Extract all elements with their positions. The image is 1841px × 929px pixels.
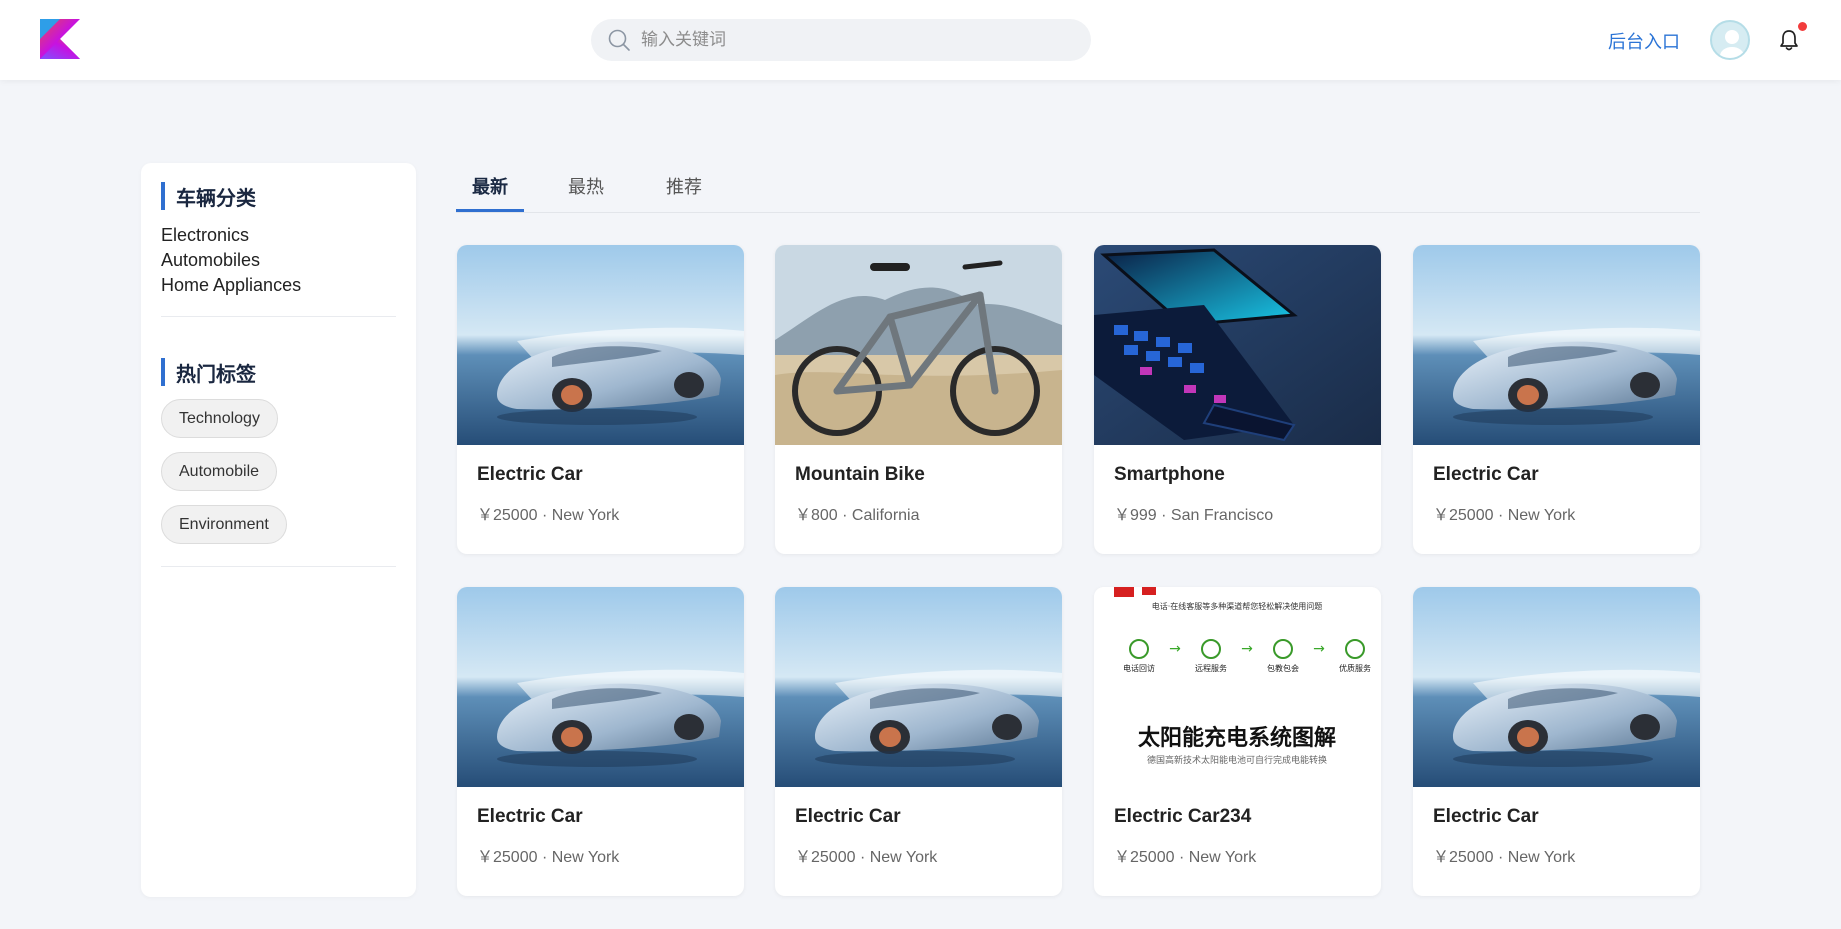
product-price-location: ￥999 · San Francisco: [1114, 507, 1274, 524]
car-image: [1413, 587, 1700, 787]
product-price-location: ￥25000 · New York: [1433, 507, 1576, 524]
category-section-title: 车辆分类: [161, 181, 396, 211]
svg-text:→: →: [1313, 641, 1325, 657]
solar-headline: 太阳能充电系统图解: [1138, 725, 1336, 751]
car-image: [457, 587, 744, 787]
smartphone-image: [1094, 245, 1381, 445]
tab-recommended[interactable]: 推荐: [666, 173, 702, 213]
search-icon: [608, 29, 630, 51]
sidebar-divider: [161, 566, 396, 567]
product-image: [1413, 587, 1700, 787]
product-price-location: ￥25000 · New York: [477, 507, 620, 524]
solar-caption: 德国高新技术太阳能电池可自行完成电能转换: [1147, 754, 1327, 766]
svg-text:→: →: [1241, 641, 1253, 657]
product-title: Electric Car: [477, 806, 583, 827]
tag-environment[interactable]: Environment: [161, 505, 287, 544]
tags-section-title: 热门标签: [161, 357, 396, 387]
bell-icon[interactable]: [1778, 28, 1800, 52]
product-image: [1413, 245, 1700, 445]
product-image: [775, 245, 1062, 445]
category-item-home-appliances[interactable]: Home Appliances: [161, 273, 396, 298]
tab-hottest-label: 最热: [568, 177, 604, 197]
notification-badge: [1798, 22, 1807, 31]
product-price-location: ￥25000 · New York: [1433, 849, 1576, 866]
product-card[interactable]: Electric Car ￥25000 · New York: [775, 587, 1062, 896]
user-avatar[interactable]: [1710, 20, 1750, 60]
tag-technology[interactable]: Technology: [161, 399, 278, 438]
search-input[interactable]: [641, 30, 1061, 50]
solar-step-label: 电话回访: [1123, 663, 1155, 673]
avatar-icon: [1720, 30, 1744, 58]
category-list: Electronics Automobiles Home Appliances: [161, 223, 396, 298]
top-header: 后台入口: [0, 0, 1841, 80]
category-item-electronics[interactable]: Electronics: [161, 223, 396, 248]
solar-diagram-image: 电话·在线客服等多种渠道帮您轻松解决使用问题 电话回访 → 远程服务 → 包教包会 → 优质…: [1094, 587, 1381, 787]
product-price-location: ￥25000 · New York: [795, 849, 938, 866]
product-image: [457, 587, 744, 787]
product-title: Electric Car: [1433, 464, 1539, 485]
product-card[interactable]: Mountain Bike ￥800 · California: [775, 245, 1062, 554]
title-accent-bar: [161, 182, 165, 210]
bike-image: [775, 245, 1062, 445]
product-title: Mountain Bike: [795, 464, 925, 485]
product-image: [1094, 245, 1381, 445]
sidebar-divider: [161, 316, 396, 317]
product-title: Electric Car234: [1114, 806, 1252, 827]
product-card[interactable]: Electric Car ￥25000 · New York: [1413, 245, 1700, 554]
sort-tabs: 最新 最热 推荐: [456, 163, 1700, 213]
category-item-automobiles[interactable]: Automobiles: [161, 248, 396, 273]
product-card[interactable]: Electric Car ￥25000 · New York: [457, 587, 744, 896]
solar-step-label: 远程服务: [1195, 663, 1227, 673]
kotlin-logo[interactable]: [39, 19, 81, 59]
product-price-location: ￥25000 · New York: [1114, 849, 1257, 866]
sidebar: 车辆分类 Electronics Automobiles Home Applia…: [141, 163, 416, 897]
product-price-location: ￥25000 · New York: [477, 849, 620, 866]
car-image: [775, 587, 1062, 787]
svg-text:→: →: [1169, 641, 1181, 657]
solar-step-label: 优质服务: [1339, 663, 1371, 673]
solar-subtitle: 电话·在线客服等多种渠道帮您轻松解决使用问题: [1152, 601, 1323, 611]
tab-latest[interactable]: 最新: [456, 173, 524, 213]
tab-recommended-label: 推荐: [666, 177, 702, 197]
product-title: Smartphone: [1114, 464, 1225, 485]
active-tab-indicator: [456, 209, 524, 212]
product-card[interactable]: Electric Car ￥25000 · New York: [1413, 587, 1700, 896]
tab-hottest[interactable]: 最热: [568, 173, 604, 213]
category-title-text: 车辆分类: [176, 187, 256, 210]
tag-automobile[interactable]: Automobile: [161, 452, 278, 491]
product-title: Electric Car: [795, 806, 901, 827]
product-price-location: ￥800 · California: [795, 507, 920, 524]
product-card[interactable]: 电话·在线客服等多种渠道帮您轻松解决使用问题 电话回访 → 远程服务 → 包教包会 → 优质…: [1094, 587, 1381, 896]
tags-title-text: 热门标签: [176, 363, 256, 386]
search-bar[interactable]: [591, 19, 1091, 61]
solar-step-label: 包教包会: [1267, 663, 1299, 673]
tab-latest-label: 最新: [472, 177, 508, 197]
car-image: [1413, 245, 1700, 445]
product-image: 电话·在线客服等多种渠道帮您轻松解决使用问题 电话回访 → 远程服务 → 包教包会 → 优质…: [1094, 587, 1381, 787]
product-card[interactable]: Electric Car ￥25000 · New York: [457, 245, 744, 554]
title-accent-bar: [161, 358, 165, 386]
tag-list: Technology Automobile Environment: [161, 399, 396, 558]
car-image: [457, 245, 744, 445]
product-title: Electric Car: [1433, 806, 1539, 827]
admin-entry-link[interactable]: 后台入口: [1608, 28, 1680, 54]
product-image: [457, 245, 744, 445]
product-card[interactable]: Smartphone ￥999 · San Francisco: [1094, 245, 1381, 554]
product-image: [775, 587, 1062, 787]
product-title: Electric Car: [477, 464, 583, 485]
